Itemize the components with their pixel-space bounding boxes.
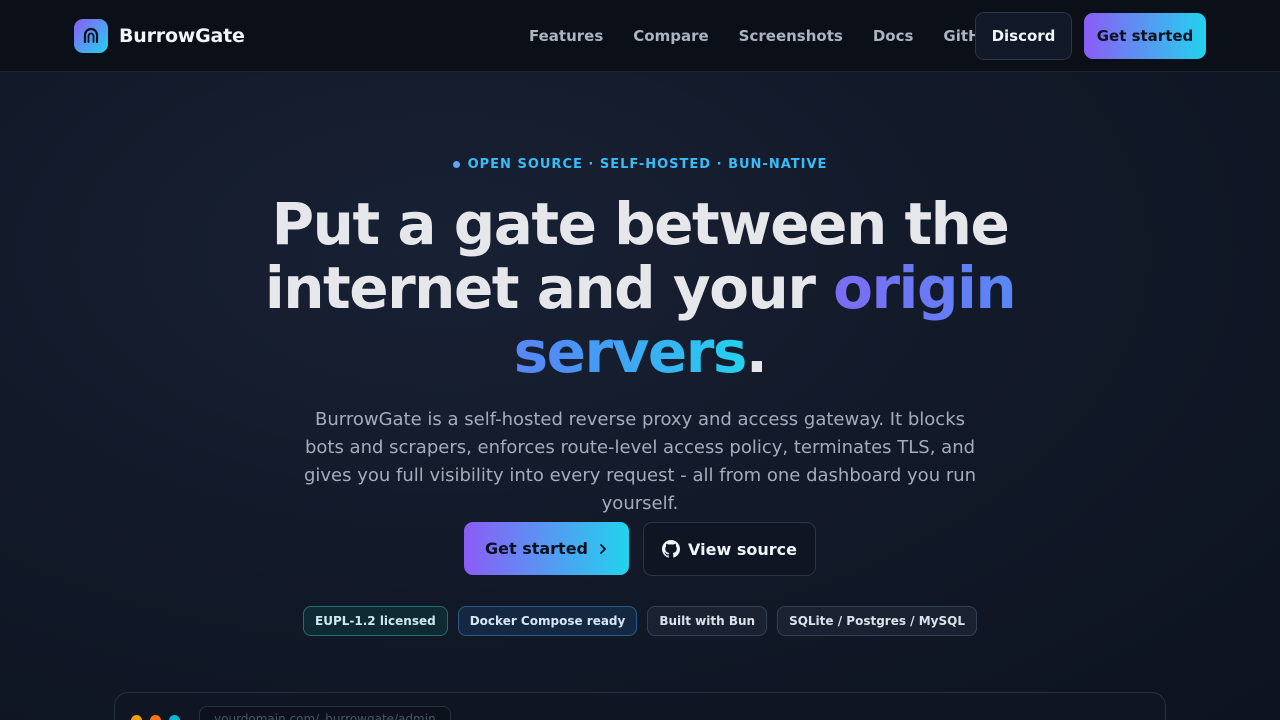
window-dot-icon (169, 715, 180, 720)
headline-period: . (745, 318, 768, 386)
nav-link-compare[interactable]: Compare (633, 27, 708, 45)
window-dot-icon (150, 715, 161, 720)
chevron-right-icon (598, 543, 608, 555)
hero-cta-row: Get started View source (0, 522, 1280, 576)
eyebrow-text: OPEN SOURCE · SELF-HOSTED · BUN-NATIVE (467, 157, 828, 172)
eyebrow-dot-icon (452, 161, 460, 168)
top-navbar: BurrowGate Features Compare Screenshots … (0, 0, 1280, 72)
view-source-label: View source (688, 539, 797, 559)
hero-eyebrow: OPEN SOURCE · SELF-HOSTED · BUN-NATIVE (0, 157, 1280, 172)
nav-links: Features Compare Screenshots Docs GitHub (529, 27, 1002, 45)
brand-name: BurrowGate (119, 25, 245, 47)
brand-link[interactable]: BurrowGate (74, 19, 245, 53)
get-started-button[interactable]: Get started (464, 522, 629, 575)
nav-get-started-button[interactable]: Get started (1084, 13, 1206, 59)
badge-databases: SQLite / Postgres / MySQL (777, 606, 977, 636)
window-dot-icon (131, 715, 142, 720)
badge-bun: Built with Bun (647, 606, 768, 636)
preview-url-bar: yourdomain.com/_burrowgate/admin (199, 706, 451, 720)
hero-headline: Put a gate between the internet and your… (240, 192, 1040, 384)
tunnel-icon (74, 19, 108, 53)
view-source-button[interactable]: View source (643, 522, 816, 576)
nav-link-features[interactable]: Features (529, 27, 603, 45)
nav-link-docs[interactable]: Docs (873, 27, 914, 45)
github-icon (662, 540, 681, 558)
get-started-label: Get started (484, 539, 588, 558)
nav-link-screenshots[interactable]: Screenshots (739, 27, 843, 45)
discord-button[interactable]: Discord (975, 12, 1072, 60)
dashboard-preview-window: yourdomain.com/_burrowgate/admin (114, 692, 1166, 720)
feature-badges: EUPL-1.2 licensed Docker Compose ready B… (0, 606, 1280, 636)
hero-subtext: BurrowGate is a self-hosted reverse prox… (303, 409, 977, 514)
badge-docker: Docker Compose ready (457, 606, 638, 636)
badge-license: EUPL-1.2 licensed (303, 606, 448, 636)
window-controls (131, 715, 188, 720)
